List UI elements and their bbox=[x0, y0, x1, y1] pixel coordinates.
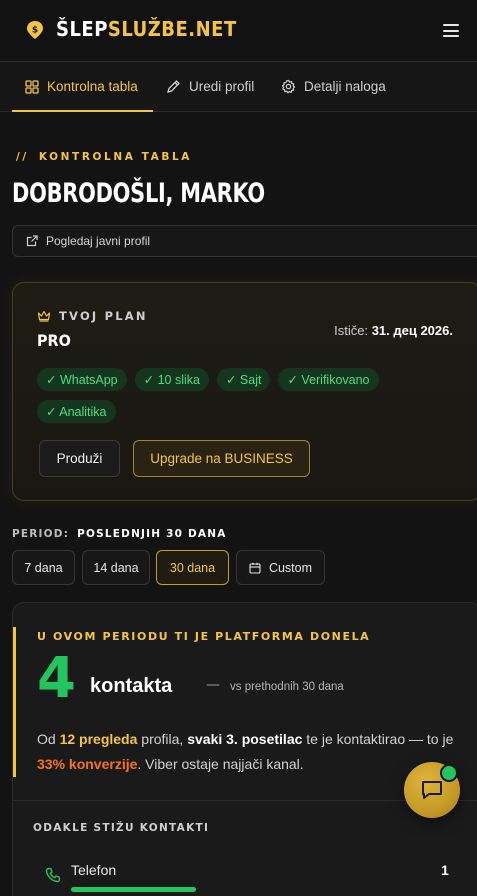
source-bar bbox=[71, 887, 196, 892]
feature-badge: ✓ Analitika bbox=[37, 400, 116, 423]
stats-accent-bar bbox=[13, 627, 16, 777]
brand-logo[interactable]: ŠLEPSLUŽBE.NET bbox=[56, 17, 237, 41]
source-count: 1 bbox=[441, 862, 449, 878]
calendar-icon bbox=[249, 562, 261, 574]
plan-name: PRO bbox=[37, 331, 71, 350]
tab-dashboard-label: Kontrolna tabla bbox=[47, 79, 138, 94]
menu-icon[interactable] bbox=[443, 24, 459, 37]
tab-account-details-label: Detalji naloga bbox=[304, 79, 386, 94]
online-status-dot bbox=[440, 764, 458, 782]
upgrade-button[interactable]: Upgrade na BUSINESS bbox=[133, 440, 310, 477]
pencil-icon bbox=[167, 80, 180, 93]
grid-icon bbox=[25, 79, 39, 94]
source-bar-fill bbox=[71, 887, 196, 892]
period-value: POSLEDNJIH 30 DANA bbox=[77, 528, 227, 540]
summary-conversion: 33% konverzije bbox=[37, 756, 138, 772]
logo-pin-icon: $ bbox=[27, 21, 43, 39]
summary-views: 12 pregleda bbox=[59, 731, 138, 747]
view-public-profile-button[interactable]: Pogledaj javni profil bbox=[12, 225, 477, 257]
period-14-days-button[interactable]: 14 dana bbox=[82, 550, 150, 585]
page-title: DOBRODOŠLI, MARKO bbox=[12, 178, 265, 209]
period-30-days-button[interactable]: 30 dana bbox=[156, 550, 229, 585]
tab-edit-profile-label: Uredi profil bbox=[189, 79, 255, 94]
stats-title: U OVOM PERIODU TI JE PLATFORMA DONELA bbox=[37, 630, 371, 643]
section-eyebrow: // KONTROLNA TABLA bbox=[16, 151, 192, 163]
summary-text: profila, bbox=[137, 731, 188, 747]
period-custom-button[interactable]: Custom bbox=[236, 550, 325, 585]
plan-card: TVOJ PLAN PRO Ističe: 31. дец 2026. ✓ Wh… bbox=[12, 282, 477, 501]
phone-icon bbox=[45, 867, 61, 883]
stats-summary: Od 12 pregleda profila, svaki 3. posetil… bbox=[37, 727, 467, 777]
plan-expiry: Ističe: 31. дец 2026. bbox=[334, 323, 453, 338]
period-label: PERIOD: bbox=[12, 528, 70, 540]
view-public-profile-label: Pogledaj javni profil bbox=[46, 234, 151, 248]
period-custom-label: Custom bbox=[268, 560, 313, 575]
renew-button[interactable]: Produži bbox=[39, 440, 120, 477]
svg-text:$: $ bbox=[32, 26, 38, 36]
gear-icon bbox=[281, 79, 296, 94]
contact-count: 4 bbox=[37, 646, 76, 711]
feature-badge: ✓ WhatsApp bbox=[37, 368, 127, 391]
summary-text: Od bbox=[37, 731, 60, 747]
comparison-dash: — bbox=[206, 677, 220, 693]
plan-label: TVOJ PLAN bbox=[37, 309, 148, 323]
feature-badge: ✓ Verifikovano bbox=[278, 368, 379, 391]
expiry-value: 31. дец 2026. bbox=[371, 323, 453, 338]
brand-part-2: SLUŽBE.NET bbox=[107, 17, 237, 41]
crown-icon bbox=[37, 310, 51, 322]
tab-edit-profile[interactable]: Uredi profil bbox=[166, 62, 254, 111]
period-heading: PERIOD: POSLEDNJIH 30 DANA bbox=[12, 528, 227, 540]
eyebrow-label: KONTROLNA TABLA bbox=[38, 151, 192, 163]
tab-account-details[interactable]: Detalji naloga bbox=[281, 62, 386, 111]
summary-text: . Viber ostaje najjači kanal. bbox=[137, 756, 304, 772]
chat-bubble-icon bbox=[422, 781, 442, 799]
tab-dashboard[interactable]: Kontrolna tabla bbox=[12, 62, 153, 112]
comparison-text: vs prethodnih 30 dana bbox=[230, 681, 344, 693]
external-link-icon bbox=[26, 235, 38, 247]
stats-card: U OVOM PERIODU TI JE PLATFORMA DONELA 4 … bbox=[12, 602, 477, 896]
plan-features: ✓ WhatsApp ✓ 10 slika ✓ Sajt ✓ Verifikov… bbox=[37, 368, 457, 423]
summary-text: te je kontaktirao — to je bbox=[302, 731, 454, 747]
top-bar: $ ŠLEPSLUŽBE.NET bbox=[0, 0, 477, 62]
feature-badge: ✓ Sajt bbox=[216, 368, 271, 391]
sources-title: ODAKLE STIŽU KONTAKTI bbox=[33, 822, 210, 834]
source-label: Telefon bbox=[71, 862, 117, 878]
plan-label-text: TVOJ PLAN bbox=[59, 309, 148, 323]
brand-part-1: ŠLEP bbox=[56, 17, 108, 41]
expiry-label: Ističe: bbox=[334, 323, 369, 338]
summary-ratio: svaki 3. posetilac bbox=[187, 731, 303, 747]
period-7-days-button[interactable]: 7 dana bbox=[12, 550, 75, 585]
feature-badge: ✓ 10 slika bbox=[134, 368, 209, 391]
contact-unit: kontakta bbox=[90, 675, 173, 697]
tab-bar: Kontrolna tabla Uredi profil Detalji nal… bbox=[0, 62, 477, 112]
eyebrow-slashes: // bbox=[16, 151, 29, 163]
